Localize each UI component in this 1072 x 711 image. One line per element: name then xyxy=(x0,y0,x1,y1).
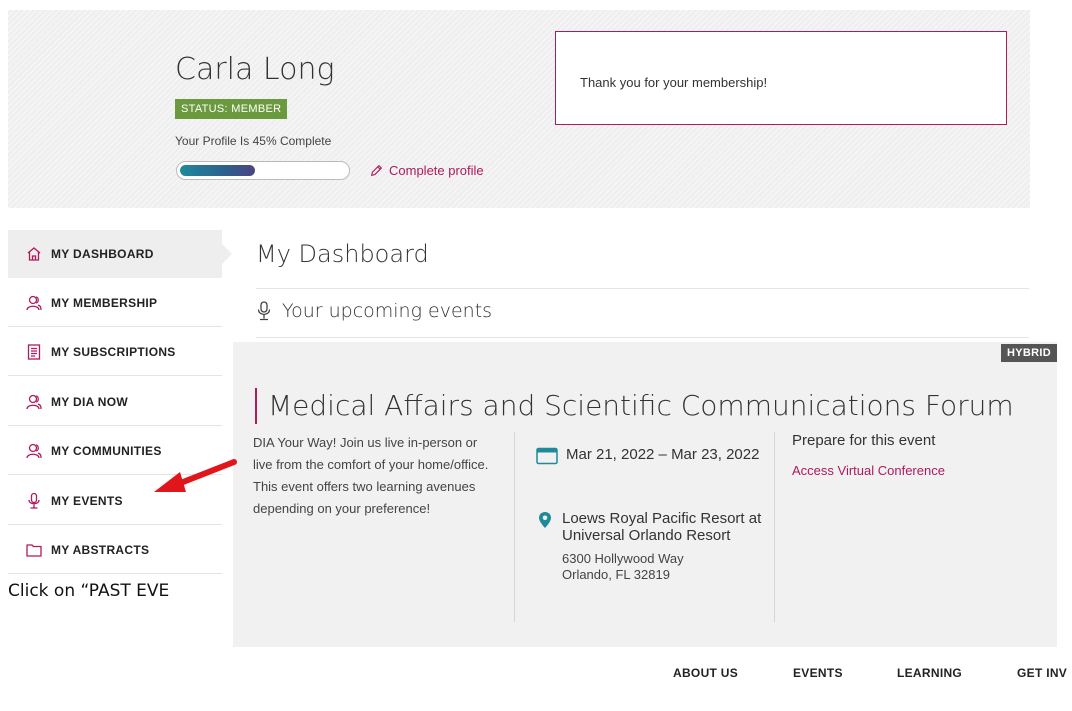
event-card: HYBRID Medical Affairs and Scientific Co… xyxy=(233,342,1057,647)
venue-name: Loews Royal Pacific Resort at Universal … xyxy=(562,510,762,544)
profile-progress-fill xyxy=(180,165,255,176)
membership-notice: Thank you for your membership! xyxy=(555,31,1007,125)
sidebar-item-label: MY COMMUNITIES xyxy=(51,443,162,458)
status-badge: STATUS: MEMBER xyxy=(175,99,288,119)
profile-completion-text: Your Profile Is 45% Complete xyxy=(175,134,332,148)
home-icon xyxy=(25,245,43,263)
sidebar-item-label: MY SUBSCRIPTIONS xyxy=(51,344,176,359)
user-group-icon xyxy=(25,294,43,312)
membership-notice-text: Thank you for your membership! xyxy=(580,75,768,90)
sidebar-item-label: MY ABSTRACTS xyxy=(51,542,150,557)
access-virtual-conference-link[interactable]: Access Virtual Conference xyxy=(792,463,945,478)
sidebar-item-label: MY DIA NOW xyxy=(51,394,128,409)
microphone-icon xyxy=(257,301,271,321)
map-pin-icon xyxy=(539,512,551,528)
sidebar-item-abstracts[interactable]: MY ABSTRACTS xyxy=(8,526,222,574)
divider xyxy=(256,288,1029,289)
user-group-icon xyxy=(25,442,43,460)
page-title: My Dashboard xyxy=(256,240,429,268)
event-location: Loews Royal Pacific Resort at Universal … xyxy=(538,510,762,583)
complete-profile-label: Complete profile xyxy=(389,163,484,178)
complete-profile-link[interactable]: Complete profile xyxy=(370,163,484,178)
venue-address: 6300 Hollywood Way Orlando, FL 32819 xyxy=(562,551,762,583)
sidebar-item-label: MY EVENTS xyxy=(51,493,123,508)
calendar-icon xyxy=(536,447,558,465)
sidebar-item-membership[interactable]: MY MEMBERSHIP xyxy=(8,279,222,327)
microphone-icon xyxy=(25,492,43,510)
address-line: Orlando, FL 32819 xyxy=(562,567,670,582)
sidebar-item-dia-now[interactable]: MY DIA NOW xyxy=(8,378,222,426)
user-name: Carla Long xyxy=(175,52,335,87)
user-group-icon xyxy=(25,393,43,411)
event-description: DIA Your Way! Join us live in-person or … xyxy=(253,435,489,516)
footer-nav-about-us[interactable]: ABOUT US xyxy=(673,666,738,680)
divider xyxy=(514,432,515,622)
profile-progress-bar xyxy=(176,161,350,180)
sidebar-item-label: MY DASHBOARD xyxy=(51,247,154,261)
upcoming-events-label: Your upcoming events xyxy=(282,300,493,322)
document-icon xyxy=(25,343,43,361)
prepare-heading: Prepare for this event xyxy=(792,432,936,449)
annotation-arrow xyxy=(154,459,237,492)
event-title[interactable]: Medical Affairs and Scientific Communica… xyxy=(255,388,1014,424)
sidebar-item-subscriptions[interactable]: MY SUBSCRIPTIONS xyxy=(8,328,222,376)
folder-icon xyxy=(25,541,43,559)
event-date: Mar 21, 2022 – Mar 23, 2022 xyxy=(536,446,766,465)
sidebar-item-label: MY MEMBERSHIP xyxy=(51,295,158,310)
footer-nav-get-involved[interactable]: GET INV xyxy=(1017,666,1067,680)
instruction-text: Click on “PAST EVE xyxy=(8,581,170,601)
event-date-range: Mar 21, 2022 – Mar 23, 2022 xyxy=(566,446,760,463)
pencil-icon xyxy=(371,165,382,176)
address-line: 6300 Hollywood Way xyxy=(562,551,684,566)
event-format-badge: HYBRID xyxy=(1001,344,1057,362)
divider xyxy=(774,432,775,622)
divider xyxy=(256,337,1029,338)
footer-nav-events[interactable]: EVENTS xyxy=(793,666,843,680)
upcoming-events-header: Your upcoming events xyxy=(256,300,492,322)
sidebar-item-dashboard[interactable]: MY DASHBOARD xyxy=(8,230,232,278)
footer-nav-learning[interactable]: LEARNING xyxy=(897,666,962,680)
